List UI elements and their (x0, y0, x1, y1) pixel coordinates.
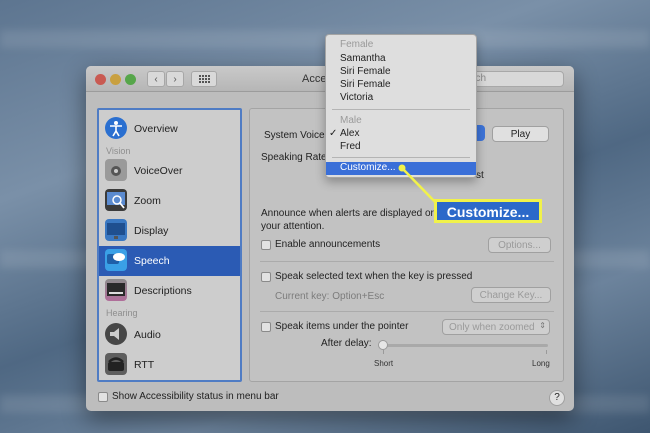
sidebar-item-zoom[interactable]: Zoom (99, 186, 240, 216)
show-status-label: Show Accessibility status in menu bar (112, 391, 279, 402)
system-voice-menu: Female Samantha Siri Female Siri Female … (325, 34, 477, 178)
display-icon (105, 219, 127, 241)
menu-item-fred[interactable]: Fred (326, 141, 476, 154)
slider-tick (383, 350, 384, 354)
sidebar-item-display[interactable]: Display (99, 216, 240, 246)
menu-item-siri-female-1[interactable]: Siri Female (326, 66, 476, 79)
sidebar-item-voiceover[interactable]: VoiceOver (99, 156, 240, 186)
forward-button[interactable]: › (166, 71, 184, 87)
show-all-button[interactable] (191, 71, 217, 87)
play-button[interactable]: Play (492, 126, 549, 142)
delay-slider-track[interactable] (380, 344, 548, 347)
short-label: Short (374, 359, 394, 368)
menu-item-samantha[interactable]: Samantha (326, 53, 476, 66)
customize-callout: Customize... (434, 199, 542, 223)
speech-icon (105, 249, 127, 271)
change-key-button[interactable]: Change Key... (471, 287, 551, 303)
back-button[interactable]: ‹ (147, 71, 165, 87)
current-key-label: Current key: Option+Esc (275, 291, 385, 302)
pointer-mode-popup[interactable]: Only when zoomed ⇕ (442, 319, 550, 335)
descriptions-icon (105, 279, 127, 301)
sidebar-item-label: Display (134, 225, 169, 237)
speak-selected-checkbox[interactable] (261, 272, 271, 282)
help-button[interactable]: ? (549, 390, 565, 406)
chevron-right-icon: › (173, 73, 177, 85)
zoom-icon (105, 189, 127, 211)
after-delay-label: After delay: (321, 338, 372, 349)
section-hearing: Hearing (106, 308, 138, 318)
pointer-mode-value: Only when zoomed (449, 322, 535, 333)
menu-header-male: Male (340, 115, 362, 126)
menu-header-female: Female (340, 39, 374, 50)
sidebar-item-label: Speech (134, 255, 170, 267)
speak-items-label: Speak items under the pointer (275, 321, 409, 332)
sidebar-item-label: Descriptions (134, 285, 192, 297)
chevron-updown-icon: ⇕ (539, 321, 546, 330)
speak-items-checkbox[interactable] (261, 322, 271, 332)
grid-icon (198, 75, 210, 83)
chevron-left-icon: ‹ (154, 73, 158, 85)
system-voice-label: System Voice (264, 130, 325, 141)
sidebar-item-label: Overview (134, 123, 178, 135)
enable-announcements-label: Enable announcements (275, 239, 381, 250)
menu-item-customize[interactable]: Customize... (326, 162, 476, 175)
announce-text-line1: Announce when alerts are displayed or (261, 208, 434, 219)
show-status-checkbox[interactable] (98, 392, 108, 402)
sidebar-item-label: VoiceOver (134, 165, 183, 177)
checkmark-icon: ✓ (329, 128, 338, 139)
sidebar: Overview Vision VoiceOver Zoom Display S (97, 108, 242, 382)
sidebar-item-overview[interactable]: Overview (99, 114, 240, 144)
speaking-rate-label: Speaking Rate (261, 152, 327, 163)
menu-item-siri-female-2[interactable]: Siri Female (326, 79, 476, 92)
options-button[interactable]: Options... (488, 237, 551, 253)
accessibility-icon (105, 117, 127, 139)
menu-item-alex[interactable]: ✓ Alex (326, 128, 476, 141)
speaking-rate-max-label: st (476, 170, 484, 181)
sidebar-item-speech[interactable]: Speech (99, 246, 240, 276)
long-label: Long (532, 359, 550, 368)
sidebar-item-label: Audio (134, 329, 161, 341)
close-button[interactable] (95, 74, 106, 85)
enable-announcements-checkbox[interactable] (261, 240, 271, 250)
delay-slider-knob[interactable] (378, 340, 388, 350)
slider-tick (546, 350, 547, 354)
rtt-icon (105, 353, 127, 375)
menu-separator (332, 109, 470, 110)
divider (260, 261, 554, 262)
zoom-window-button[interactable] (125, 74, 136, 85)
window-title: Acce (302, 73, 327, 85)
voiceover-icon (105, 159, 127, 181)
divider (260, 311, 554, 312)
menu-separator (332, 157, 470, 158)
speak-selected-label: Speak selected text when the key is pres… (275, 271, 473, 282)
announce-text-line2: your attention. (261, 221, 325, 232)
sidebar-item-label: RTT (134, 359, 155, 371)
sidebar-item-label: Zoom (134, 195, 161, 207)
sidebar-item-rtt[interactable]: RTT (99, 350, 240, 380)
audio-icon (105, 323, 127, 345)
sidebar-item-descriptions[interactable]: Descriptions (99, 276, 240, 306)
menu-item-victoria[interactable]: Victoria (326, 92, 476, 105)
menu-item-label: Alex (340, 128, 360, 139)
sidebar-item-audio[interactable]: Audio (99, 320, 240, 350)
section-vision: Vision (106, 146, 131, 156)
minimize-button[interactable] (110, 74, 121, 85)
